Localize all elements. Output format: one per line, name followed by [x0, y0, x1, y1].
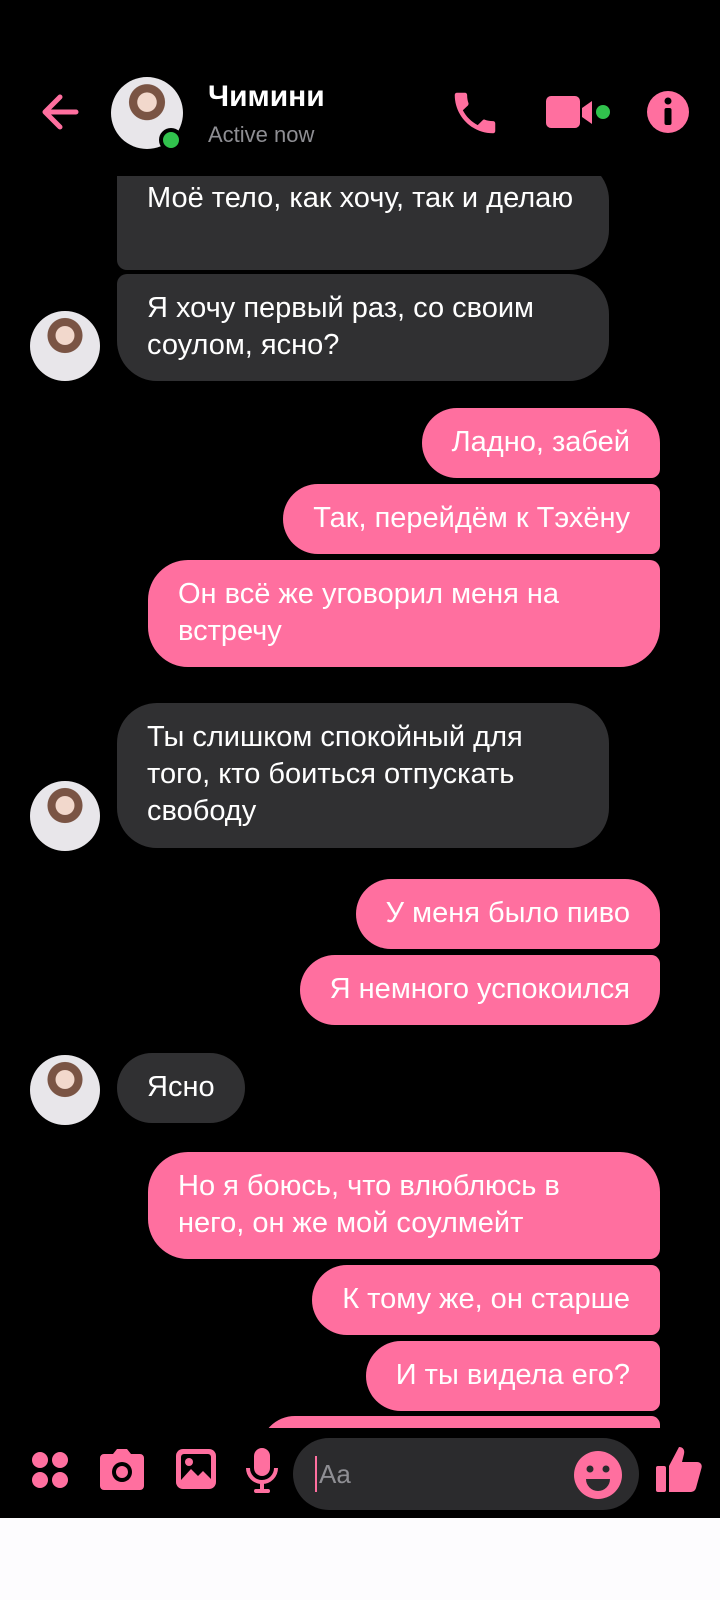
- contact-avatar-small[interactable]: [30, 1055, 100, 1125]
- emoji-icon[interactable]: [573, 1450, 623, 1500]
- message-bubble-incoming[interactable]: Ясно: [117, 1053, 245, 1123]
- message-composer: [0, 1428, 720, 1518]
- message-bubble-outgoing[interactable]: Ладно, забей: [421, 408, 660, 478]
- message-bubble-outgoing[interactable]: Он всё же уговорил меня на встречу: [148, 560, 660, 667]
- back-arrow-icon[interactable]: [36, 86, 88, 138]
- message-input[interactable]: [315, 1456, 559, 1492]
- phone-icon[interactable]: [448, 86, 502, 140]
- contact-name[interactable]: Чимини: [208, 80, 325, 114]
- message-bubble-incoming[interactable]: Я хочу первый раз, со своим соулом, ясно…: [117, 274, 609, 381]
- camera-icon[interactable]: [99, 1448, 145, 1497]
- message-bubble-outgoing[interactable]: И ты видела его?: [365, 1341, 660, 1411]
- contact-status: Active now: [208, 122, 315, 147]
- chat-header: Чимини Active now: [0, 0, 720, 176]
- message-bubble-outgoing[interactable]: Так, перейдём к Тэхёну: [283, 484, 660, 554]
- gallery-icon[interactable]: [175, 1448, 217, 1495]
- thumbs-up-icon[interactable]: [655, 1444, 703, 1499]
- microphone-icon[interactable]: [245, 1446, 279, 1499]
- video-camera-icon[interactable]: [544, 86, 628, 140]
- contact-avatar-small[interactable]: [30, 781, 100, 851]
- message-bubble-outgoing[interactable]: Я немного успокоился: [299, 955, 660, 1025]
- online-status-dot: [159, 128, 183, 152]
- system-navigation-bar: [0, 1518, 720, 1600]
- message-bubble-outgoing[interactable]: К тому же, он старше: [312, 1265, 660, 1335]
- message-input-container: [293, 1438, 639, 1510]
- message-thread[interactable]: Моё тело, как хочу, так и делаю Я хочу п…: [0, 176, 720, 1428]
- message-bubble-outgoing[interactable]: У меня было пиво: [355, 879, 660, 949]
- message-bubble-incoming[interactable]: Моё тело, как хочу, так и делаю: [117, 176, 609, 270]
- info-icon[interactable]: [644, 86, 692, 138]
- message-bubble-incoming[interactable]: Ты слишком спокойный для того, кто боить…: [117, 703, 609, 848]
- contact-avatar-small[interactable]: [30, 311, 100, 381]
- message-bubble-outgoing-partial[interactable]: [260, 1416, 660, 1428]
- apps-icon[interactable]: [30, 1450, 70, 1495]
- message-bubble-outgoing[interactable]: Но я боюсь, что влюблюсь в него, он же м…: [148, 1152, 660, 1259]
